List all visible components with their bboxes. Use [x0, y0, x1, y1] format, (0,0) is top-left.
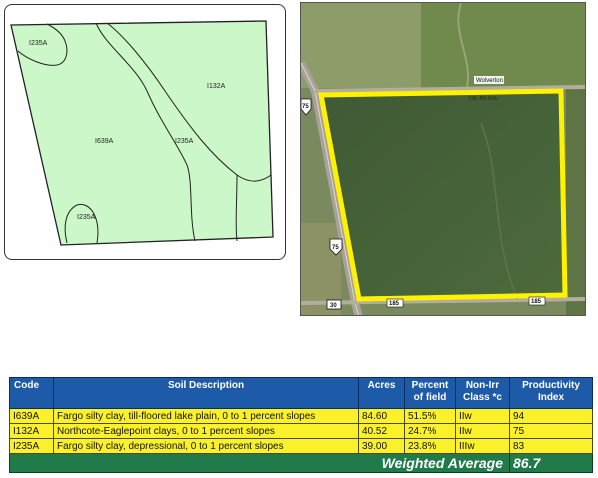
col-header-pi-line1: Productivity	[522, 380, 580, 391]
cell-class: IIIw	[455, 438, 510, 454]
weighted-average-value: 86.7	[509, 453, 593, 473]
table-row: I639A Fargo silty clay, till-floored lak…	[9, 408, 593, 424]
route-75-label-top: 75	[302, 104, 309, 110]
soil-label-i639a: I639A	[95, 138, 114, 145]
aerial-image: Wolverton GE 49 AVE 75 75 30 185 185	[301, 3, 585, 315]
col-header-class-line1: Non-Irr	[465, 380, 500, 391]
col-header-class-line2: Class *c	[463, 392, 502, 403]
table-header-row: Code Soil Description Acres Percent of f…	[9, 377, 593, 409]
cell-class: IIw	[455, 408, 510, 424]
road-185-label-left: 185	[389, 301, 400, 307]
cell-percent: 23.8%	[404, 438, 456, 454]
col-header-productivity: Productivity Index	[509, 377, 593, 409]
col-header-description: Soil Description	[53, 377, 359, 409]
col-header-code: Code	[9, 377, 54, 409]
road-label-wolverton: Wolverton	[476, 78, 503, 84]
route-30-label: 30	[330, 303, 337, 309]
road-label-avenue: GE 49 AVE	[469, 96, 499, 102]
farm-field	[321, 91, 565, 299]
field-boundary-polygon	[10, 20, 274, 246]
cell-class: IIw	[455, 423, 510, 439]
col-header-acres: Acres	[358, 377, 405, 409]
road-185-label-right: 185	[531, 299, 542, 305]
route-75-label-bottom: 75	[332, 245, 339, 251]
soil-map: I235A I132A I639A I235A I235A	[10, 20, 274, 246]
cell-percent: 24.7%	[404, 423, 456, 439]
cell-description: Fargo silty clay, depressional, 0 to 1 p…	[53, 438, 359, 454]
cell-productivity: 75	[509, 423, 593, 439]
table-row: I235A Fargo silty clay, depressional, 0 …	[9, 438, 593, 454]
col-header-class: Non-Irr Class *c	[455, 377, 510, 409]
soil-productivity-table: Code Soil Description Acres Percent of f…	[9, 377, 593, 473]
weighted-average-label: Weighted Average	[9, 453, 510, 473]
soil-label-i132a: I132A	[207, 83, 226, 90]
cell-productivity: 83	[509, 438, 593, 454]
soil-label-i235a-mid: I235A	[175, 138, 194, 145]
cell-acres: 40.52	[358, 423, 405, 439]
soil-label-i235a-bottom: I235A	[77, 214, 96, 221]
cell-productivity: 94	[509, 408, 593, 424]
cell-code: I132A	[9, 423, 54, 439]
cell-acres: 39.00	[358, 438, 405, 454]
col-header-percent-line2: of field	[413, 392, 447, 403]
col-header-pi-line2: Index	[537, 392, 565, 403]
col-header-percent-line1: Percent	[411, 380, 449, 391]
cell-code: I235A	[9, 438, 54, 454]
cell-description: Northcote-Eaglepoint clays, 0 to 1 perce…	[53, 423, 359, 439]
table-row: I132A Northcote-Eaglepoint clays, 0 to 1…	[9, 423, 593, 439]
weighted-average-row: Weighted Average 86.7	[9, 453, 593, 473]
cell-percent: 51.5%	[404, 408, 456, 424]
cell-description: Fargo silty clay, till-floored lake plai…	[53, 408, 359, 424]
cell-acres: 84.60	[358, 408, 405, 424]
aerial-map-panel: Wolverton GE 49 AVE 75 75 30 185 185	[300, 2, 586, 316]
col-header-percent: Percent of field	[404, 377, 456, 409]
soil-map-panel: I235A I132A I639A I235A I235A	[4, 4, 286, 260]
cell-code: I639A	[9, 408, 54, 424]
soil-label-i235a-top: I235A	[29, 40, 48, 47]
